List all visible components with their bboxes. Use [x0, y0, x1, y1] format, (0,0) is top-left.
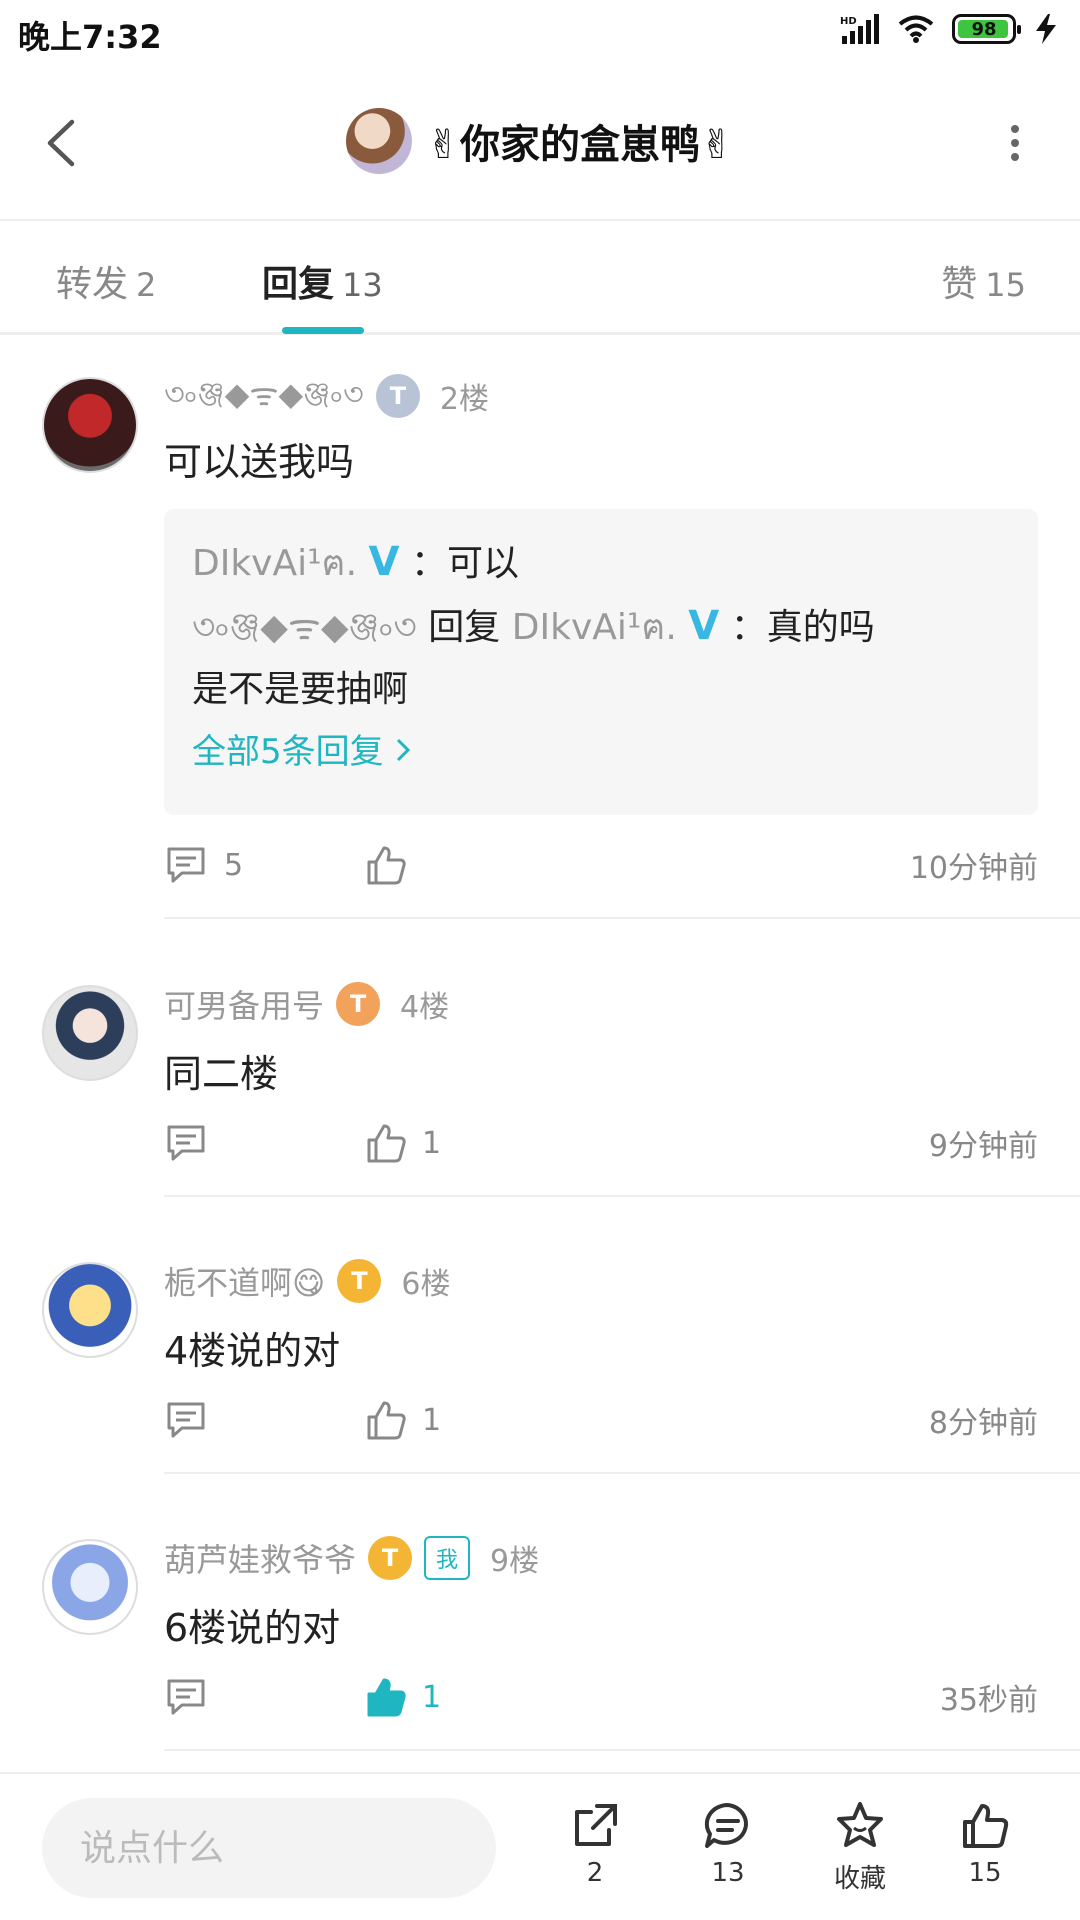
battery-icon: 98: [952, 14, 1021, 44]
me-badge: 我: [424, 1536, 471, 1580]
user-avatar[interactable]: [42, 1539, 138, 1635]
thumbs-up-icon: [963, 1804, 1009, 1848]
comment-input[interactable]: [80, 1798, 460, 1898]
timestamp: 8分钟前: [928, 1406, 1038, 1441]
comment-text: 可以送我吗: [164, 440, 355, 484]
comment-icon[interactable]: [164, 1121, 208, 1165]
comment-icon[interactable]: [164, 1675, 208, 1719]
username[interactable]: 可男备用号: [164, 981, 324, 1027]
username[interactable]: 葫芦娃救爷爷: [164, 1535, 356, 1581]
status-bar: 晚上7:32 HD 98: [0, 0, 1080, 66]
user-avatar[interactable]: [42, 985, 138, 1081]
thumbs-up-icon[interactable]: [364, 843, 408, 887]
level-badge-icon: T: [337, 1259, 382, 1303]
like-button[interactable]: 15: [940, 1800, 1030, 1888]
thumbs-up-icon[interactable]: [364, 1121, 408, 1165]
active-tab-indicator: [282, 327, 364, 334]
verified-v-icon: V: [368, 539, 400, 585]
more-menu-icon[interactable]: [1010, 124, 1020, 162]
floor-number: 4楼: [400, 990, 450, 1025]
tab-repost[interactable]: 转发 2: [56, 255, 156, 307]
sub-reply-user[interactable]: DIkvAi¹ฅ.: [192, 543, 357, 584]
timestamp: 35秒前: [939, 1683, 1038, 1718]
header: ✌你家的盒崽鸭✌: [0, 66, 1080, 221]
comment-text: 4楼说的对: [164, 1329, 341, 1373]
charging-icon: [1036, 14, 1056, 44]
signal-icon: HD: [840, 14, 879, 44]
username[interactable]: ৩৹ঞ্জ◆ᯤ◆ঞ্জ৹৩: [164, 369, 364, 423]
comment-icon[interactable]: [164, 843, 208, 887]
username[interactable]: 栀不道啊😋: [164, 1258, 325, 1304]
page-title: ✌你家的盒崽鸭✌: [426, 122, 734, 168]
wifi-icon: [898, 15, 934, 43]
sub-reply-user[interactable]: ৩৹ঞ্জ◆ᯤ◆ঞ্জ৹৩: [192, 607, 417, 648]
tab-likes[interactable]: 赞 15: [941, 255, 1026, 307]
reply-button[interactable]: 13: [683, 1800, 773, 1888]
user-avatar[interactable]: [42, 377, 138, 473]
timestamp: 9分钟前: [928, 1129, 1038, 1164]
floor-number: 9楼: [490, 1544, 540, 1579]
thumbs-up-icon[interactable]: [364, 1398, 408, 1442]
sub-reply-target[interactable]: DIkvAi¹ฅ.: [512, 607, 677, 648]
level-badge-icon: T: [368, 1536, 413, 1580]
chevron-right-icon: [397, 738, 411, 762]
tab-bar: 转发 2 回复 13 赞 15: [0, 223, 1080, 335]
comment-text: 6楼说的对: [164, 1606, 341, 1650]
bottom-action-bar: 2 13 收藏 15: [0, 1772, 1080, 1920]
author-avatar[interactable]: [346, 108, 413, 174]
level-badge-icon: T: [375, 374, 420, 418]
floor-number: 6楼: [401, 1267, 451, 1302]
share-button[interactable]: 2: [550, 1800, 640, 1888]
verified-v-icon: V: [688, 603, 720, 649]
floor-number: 2楼: [439, 382, 489, 417]
favorite-button[interactable]: 收藏: [815, 1800, 905, 1895]
view-all-replies-link[interactable]: 全部5条回复: [192, 721, 1010, 783]
status-time: 晚上7:32: [18, 18, 162, 56]
thumbs-up-filled-icon[interactable]: [364, 1675, 408, 1719]
comment-icon[interactable]: [164, 1398, 208, 1442]
timestamp: 10分钟前: [909, 851, 1038, 886]
comment-bubble-icon: [704, 1802, 748, 1848]
level-badge-icon: T: [336, 982, 381, 1026]
tab-replies[interactable]: 回复 13: [262, 255, 383, 307]
star-icon: [837, 1802, 883, 1847]
sub-replies-box[interactable]: DIkvAi¹ฅ. V ：可以 ৩৹ঞ্জ◆ᯤ◆ঞ্জ৹৩ 回复 DIkvAi¹…: [164, 509, 1038, 815]
share-icon: [575, 1804, 617, 1846]
comment-input-box[interactable]: [42, 1798, 496, 1898]
svg-text:HD: HD: [840, 16, 857, 27]
comment-text: 同二楼: [164, 1052, 279, 1096]
user-avatar[interactable]: [42, 1262, 138, 1358]
